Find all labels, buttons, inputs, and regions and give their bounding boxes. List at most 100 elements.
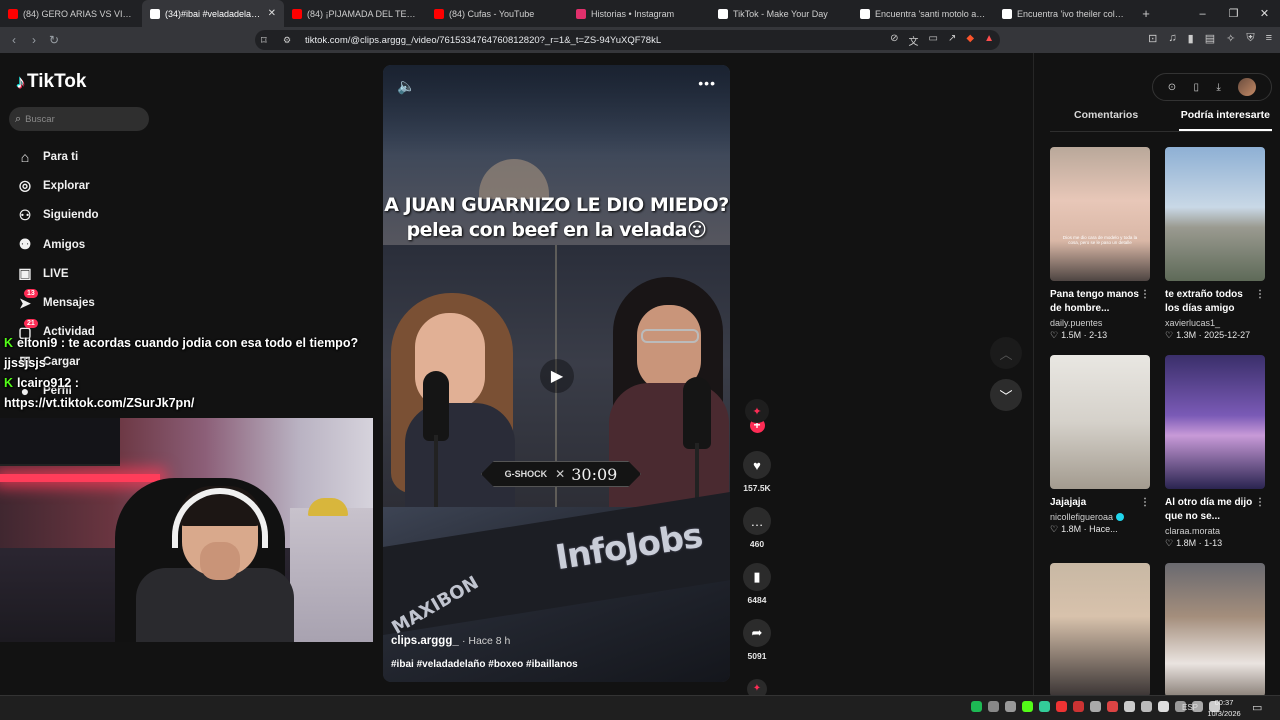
minimize-icon[interactable]: – [1187, 8, 1218, 20]
recommended-video-card[interactable] [1165, 563, 1265, 697]
cast-icon[interactable]: ▭ [929, 33, 938, 48]
card-title[interactable]: Pana tengo manos de hombre... ⋮ [1050, 288, 1150, 316]
video-thumbnail[interactable] [1165, 355, 1265, 489]
url-bar[interactable]: ⌑ ⚙ tiktok.com/@clips.arggg_/video/76153… [255, 30, 1000, 50]
site-info-icon[interactable]: ⚙ [283, 35, 291, 46]
video-thumbnail[interactable] [1050, 355, 1150, 489]
video-thumbnail[interactable] [1050, 563, 1150, 697]
card-title[interactable]: Jajajaja ⋮ [1050, 496, 1150, 510]
next-video-button[interactable]: ﹀ [990, 379, 1022, 411]
card-title[interactable]: Al otro día me dijo que no se... ⋮ [1165, 496, 1265, 524]
save-button[interactable]: ▮ [743, 563, 771, 591]
app-icon[interactable] [1124, 701, 1135, 712]
new-tab-button[interactable]: + [1136, 6, 1156, 21]
tab-comentarios[interactable]: Comentarios [1050, 109, 1162, 131]
video-author[interactable]: clips.arggg_ · Hace 8 h [391, 635, 510, 647]
language-indicator[interactable]: ESP [1182, 703, 1198, 712]
comment-button[interactable]: … [743, 507, 771, 535]
reader-icon[interactable]: ▮ [1188, 32, 1194, 45]
brave-shield-icon[interactable]: ◆ [966, 33, 974, 48]
author-name[interactable]: clips.arggg_ [391, 635, 459, 647]
app-icon[interactable] [1107, 701, 1118, 712]
recommended-video-card[interactable]: Al otro día me dijo que no se... ⋮ claraa.… [1165, 355, 1265, 549]
play-button[interactable]: ▶ [540, 359, 574, 393]
app-icon[interactable] [1056, 701, 1067, 712]
volume-icon[interactable]: 🔈 [397, 77, 416, 95]
notification-icon[interactable]: ▭ [1252, 701, 1262, 714]
mic-icon[interactable] [988, 701, 999, 712]
card-title[interactable]: te extraño todos los días amigo ⋮ [1165, 288, 1265, 316]
spotify-icon[interactable] [971, 701, 982, 712]
reload-icon[interactable]: ↻ [44, 33, 64, 47]
recommended-video-card[interactable]: te extraño todos los días amigo ⋮ xavierlu… [1165, 147, 1265, 341]
like-button[interactable]: ♥ [743, 451, 771, 479]
video-thumbnail[interactable] [1165, 563, 1265, 697]
sidebar-toggle-icon[interactable]: ⊡ [1148, 32, 1157, 45]
bookmark-icon[interactable]: ⌑ [261, 34, 267, 47]
more-options-icon[interactable]: ••• [698, 75, 716, 91]
browser-tab[interactable]: Encuentra 'santi motolo aura n [852, 0, 994, 27]
sidebar-item-amigos[interactable]: ⚉ Amigos [16, 230, 99, 259]
vpn-icon[interactable]: ⛨ [1246, 32, 1254, 45]
recommended-video-card[interactable]: Dios me dio cara de modelo y toda la cos… [1050, 147, 1150, 341]
user-avatar[interactable] [1238, 78, 1257, 96]
tiktok-logo[interactable]: ♪ TikTok [16, 71, 86, 93]
video-player[interactable]: InfoJobs MAXIBON A JUAN GUARNIZO LE DIO … [383, 65, 730, 682]
video-hashtags[interactable]: #ibai #veladadelaño #boxeo #ibaillanos [391, 659, 578, 670]
sidebar-item-siguiendo[interactable]: ⚇ Siguiendo [16, 201, 99, 230]
app-icon[interactable] [1158, 701, 1169, 712]
device-icon[interactable]: ▯ [1194, 82, 1200, 93]
search-input[interactable] [25, 113, 136, 125]
previous-video-button[interactable]: ︿ [990, 337, 1022, 369]
browser-tab[interactable]: (84) GERO ARIAS VS VIRUZZ | C [0, 0, 142, 27]
translate-icon[interactable]: 文 [909, 33, 919, 48]
menu-icon[interactable]: ≡ [1266, 32, 1272, 45]
clock[interactable]: 00:37 10/3/2026 [1204, 697, 1244, 719]
forward-icon[interactable]: › [24, 33, 44, 47]
browser-tab[interactable]: (34)#ibai #veladadelaño # ✕ [142, 0, 284, 27]
app-icon[interactable] [1090, 701, 1101, 712]
share-button[interactable]: ➦ [743, 619, 771, 647]
close-window-icon[interactable]: ✕ [1249, 7, 1280, 20]
sidebar-item-explorar[interactable]: ◎ Explorar [16, 171, 99, 200]
search-box[interactable]: ⌕ [9, 107, 149, 131]
recommended-video-card[interactable] [1050, 563, 1150, 697]
card-username[interactable]: claraa.morata [1165, 526, 1265, 536]
back-icon[interactable]: ‹ [4, 33, 24, 47]
tracking-off-icon[interactable]: ⊘ [890, 33, 898, 48]
wallet-icon[interactable]: ▤ [1205, 32, 1215, 45]
download-icon[interactable]: ⤓ [1216, 82, 1220, 93]
media-icon[interactable]: ♫ [1168, 32, 1176, 45]
kick-icon[interactable] [1022, 701, 1033, 712]
sidebar-item-mensajes[interactable]: ➤ 13 Mensajes [16, 288, 99, 317]
leo-icon[interactable]: ✧ [1226, 32, 1235, 45]
tab-podría-interesarte[interactable]: Podría interesarte [1178, 109, 1272, 131]
brave-rewards-icon[interactable]: ▲ [984, 33, 994, 48]
app-icon[interactable] [1039, 701, 1050, 712]
creator-avatar[interactable]: ✦ [745, 399, 769, 423]
restore-icon[interactable]: ❐ [1218, 7, 1249, 20]
app-icon[interactable] [1073, 701, 1084, 712]
card-more-icon[interactable]: ⋮ [1255, 288, 1265, 302]
app-icon[interactable] [1141, 701, 1152, 712]
video-thumbnail[interactable] [1165, 147, 1265, 281]
app-icon[interactable] [1005, 701, 1016, 712]
card-more-icon[interactable]: ⋮ [1140, 496, 1150, 510]
sidebar-item-live[interactable]: ▣ LIVE [16, 259, 99, 288]
recommended-video-card[interactable]: Jajajaja ⋮ nicollefigueroaa ♡ 1.8M · Hace... [1050, 355, 1150, 549]
browser-tab[interactable]: (84) Cufas - YouTube [426, 0, 568, 27]
browser-tab[interactable]: Historias • Instagram [568, 0, 710, 27]
card-more-icon[interactable]: ⋮ [1255, 496, 1265, 510]
close-tab-icon[interactable]: ✕ [268, 8, 276, 19]
video-thumbnail[interactable]: Dios me dio cara de modelo y toda la cos… [1050, 147, 1150, 281]
browser-tab[interactable]: Encuentra 'ivo theiler colagen [994, 0, 1136, 27]
browser-tab[interactable]: (84) ¡PIJAMADA DEL TERROR C [284, 0, 426, 27]
sidebar-item-para-ti[interactable]: ⌂ Para ti [16, 142, 99, 171]
card-more-icon[interactable]: ⋮ [1140, 288, 1150, 302]
card-username[interactable]: nicollefigueroaa [1050, 512, 1150, 522]
compass-icon[interactable]: ⊙ [1168, 82, 1176, 93]
share-icon[interactable]: ↗ [948, 33, 956, 48]
card-username[interactable]: daily.puentes [1050, 318, 1150, 328]
card-username[interactable]: xavierlucas1_ [1165, 318, 1265, 328]
browser-tab[interactable]: TikTok - Make Your Day [710, 0, 852, 27]
